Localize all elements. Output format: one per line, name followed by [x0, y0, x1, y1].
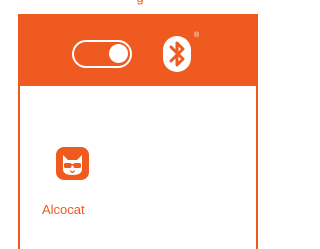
registered-mark: ® [194, 32, 200, 39]
app-label[interactable]: Alcocat [42, 202, 85, 217]
bluetooth-icon [163, 36, 191, 72]
alcocat-app-icon[interactable] [56, 147, 89, 180]
caption-fragment: g [120, 0, 160, 5]
toggle-knob [109, 44, 128, 63]
status-bar: ® [20, 14, 256, 86]
power-toggle[interactable] [72, 40, 132, 68]
screen: g ® [0, 0, 278, 249]
phone-frame: ® Alcocat [18, 14, 258, 249]
status-divider [20, 86, 256, 90]
